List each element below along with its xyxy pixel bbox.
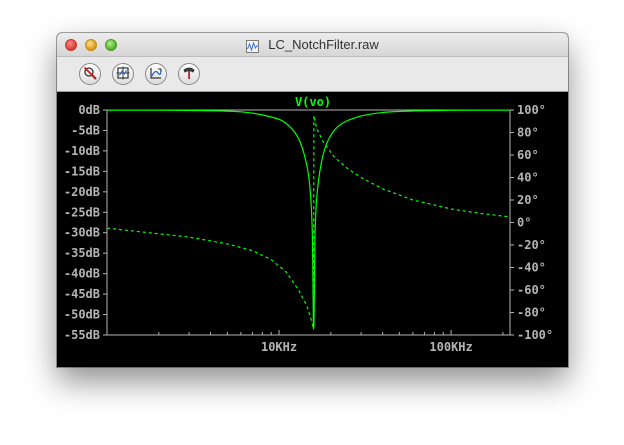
left-tick-label: -5dB [71,123,100,137]
left-tick-label: -30dB [64,226,100,240]
phase-trace[interactable] [106,115,511,330]
waveform-file-icon [246,38,260,53]
right-tick-label: -20° [517,238,546,252]
zoom-extents-icon [116,65,130,84]
window-title: LC_NotchFilter.raw [268,37,379,52]
plot-frame [106,109,511,336]
bode-plot[interactable]: 0dB -5dB -10dB -15dB -20dB -25dB -30dB -35dB -40… [57,92,568,367]
zoom-cancel-button[interactable] [79,63,101,85]
x-tick-label: 10KHz [261,340,297,354]
autorange-icon [149,65,163,84]
left-tick-label: -50dB [64,308,100,322]
left-tick-label: -35dB [64,246,100,260]
autorange-button[interactable] [145,63,167,85]
right-tick-label: -60° [517,283,546,297]
waveform-window: LC_NotchFilter.raw 0dB -5dB -10dB -15dB … [57,33,568,367]
x-tick-label: 100KHz [429,340,472,354]
right-tick-label: -100° [517,328,553,342]
plot-area[interactable]: 0dB -5dB -10dB -15dB -20dB -25dB -30dB -35dB -40… [57,92,568,367]
right-tick-label: 60° [517,148,539,162]
plot-marks [106,109,511,330]
right-tick-label: 0° [517,216,531,230]
zoom-cancel-icon [83,65,97,84]
right-tick-label: -80° [517,306,546,320]
left-tick-label: -55dB [64,328,100,342]
right-tick-label: 100° [517,103,546,117]
probe-icon [182,65,196,84]
title-bar[interactable]: LC_NotchFilter.raw [57,33,568,57]
left-tick-label: -25dB [64,205,100,219]
right-tick-label: 20° [517,193,539,207]
left-tick-label: -20dB [64,185,100,199]
right-tick-label: 80° [517,126,539,140]
toolbar [57,57,568,92]
left-tick-label: -45dB [64,287,100,301]
window-title-wrap: LC_NotchFilter.raw [57,33,568,56]
magnitude-trace[interactable] [106,109,511,330]
zoom-extents-button[interactable] [112,63,134,85]
trace-label[interactable]: V(vo) [295,95,331,109]
right-tick-label: -40° [517,261,546,275]
plot-axes: 0dB -5dB -10dB -15dB -20dB -25dB -30dB -35dB -40… [64,103,553,354]
right-tick-label: 40° [517,171,539,185]
probe-button[interactable] [178,63,200,85]
left-tick-label: 0dB [78,103,100,117]
left-tick-label: -40dB [64,267,100,281]
left-tick-label: -15dB [64,164,100,178]
left-tick-label: -10dB [64,144,100,158]
